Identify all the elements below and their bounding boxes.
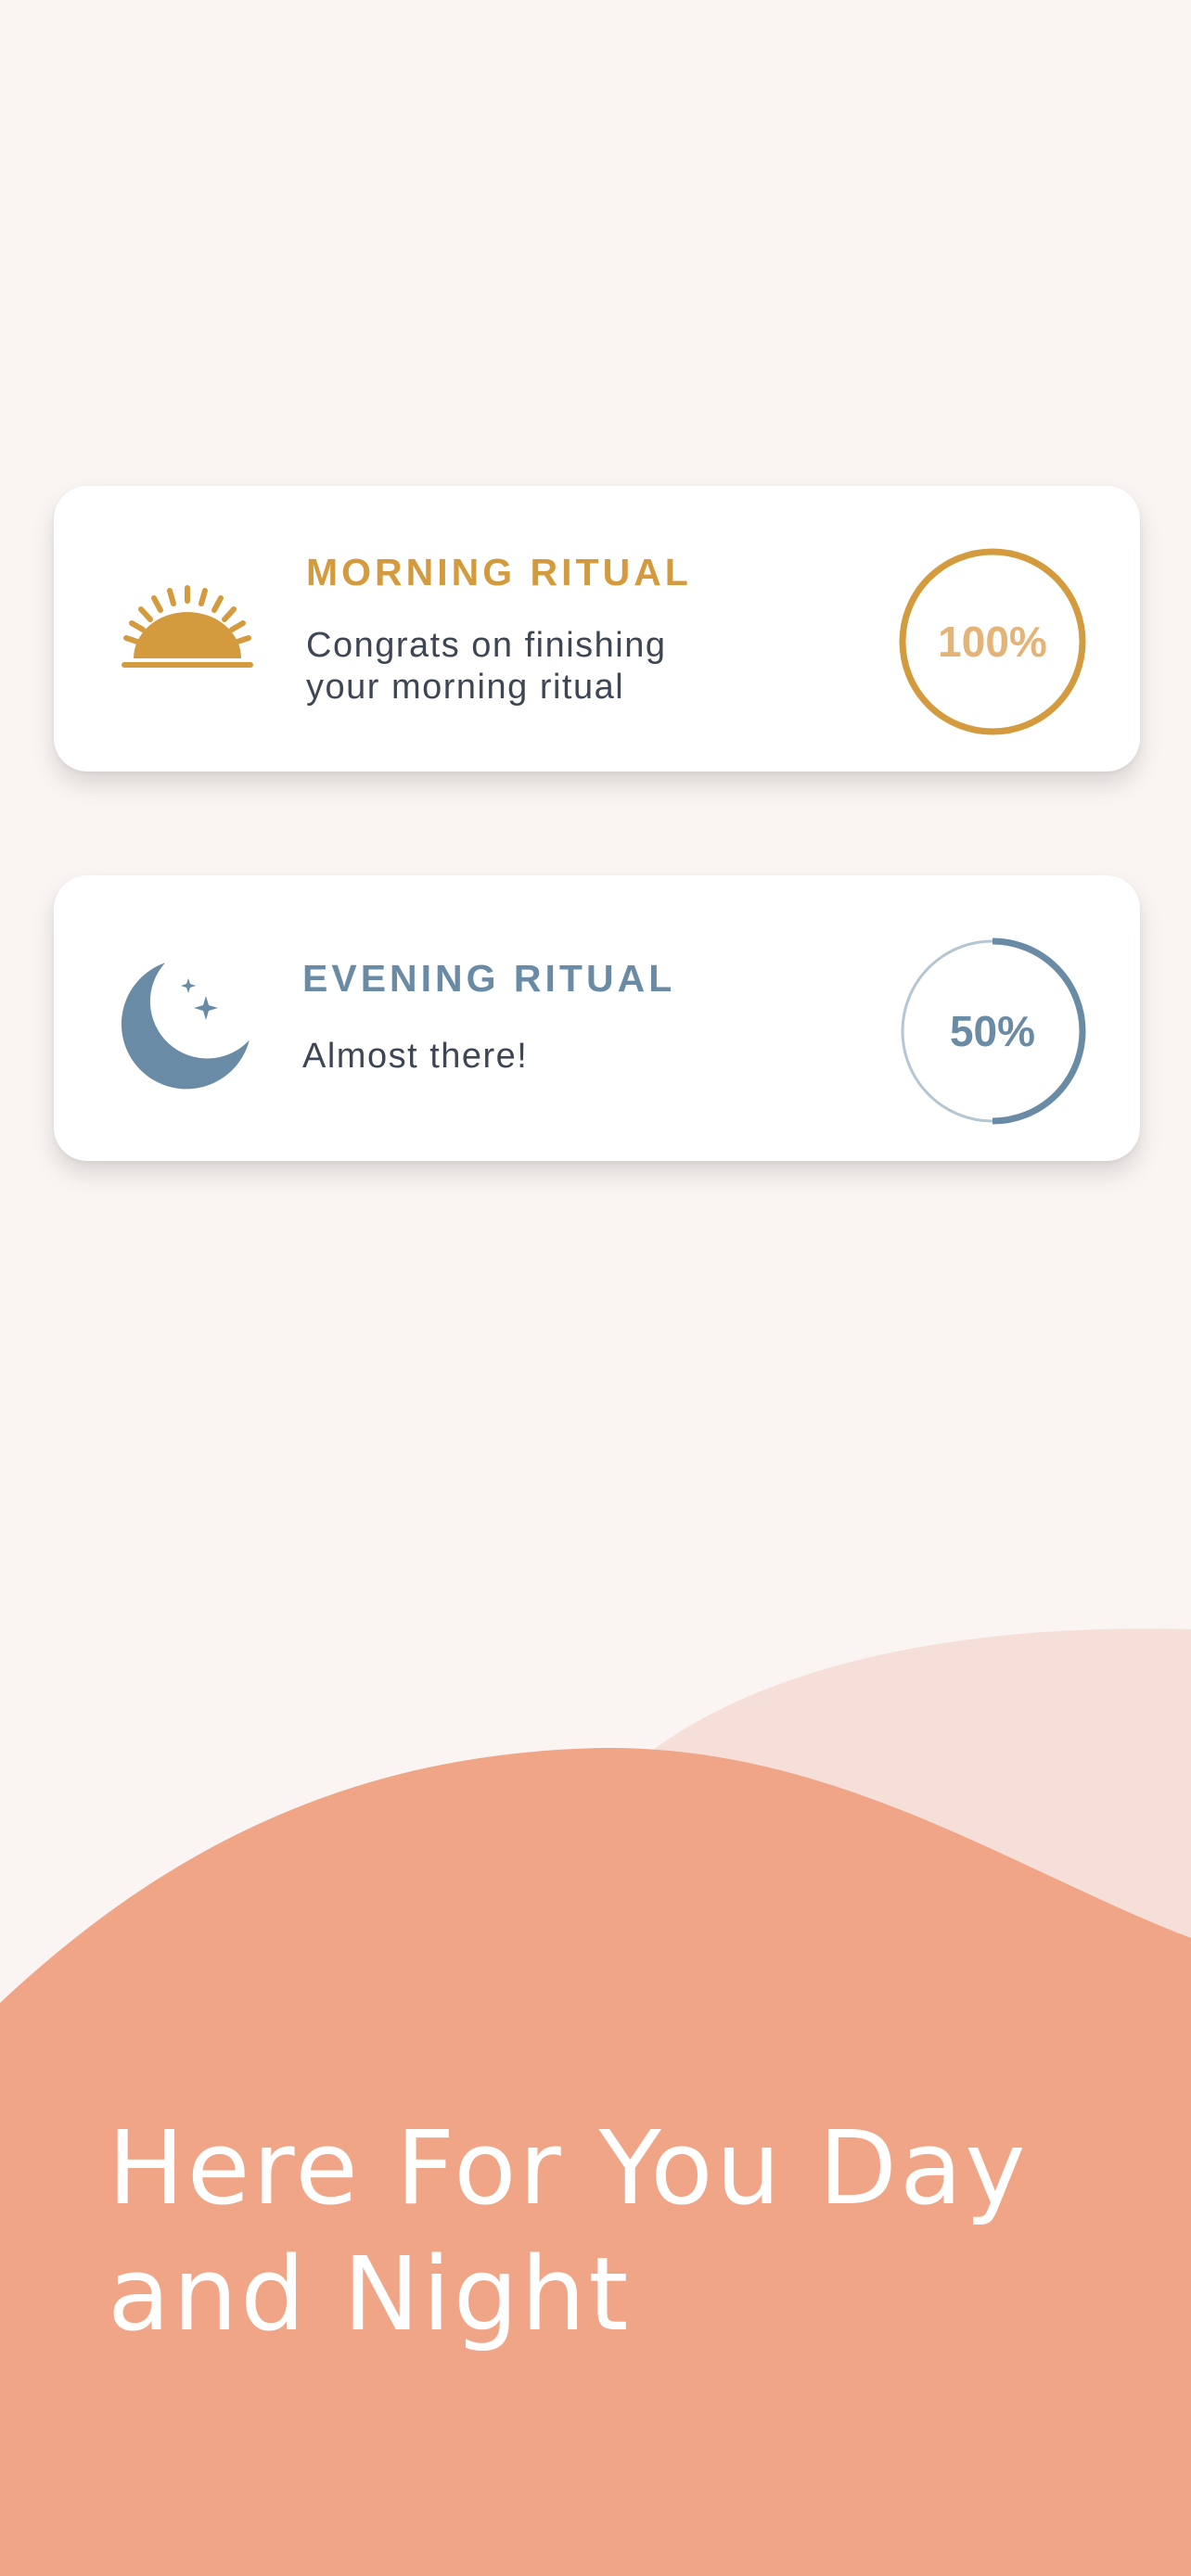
sunrise-icon xyxy=(122,585,253,668)
decorative-waves xyxy=(0,1628,1191,2576)
morning-ritual-title: MORNING RITUAL xyxy=(306,551,692,593)
morning-ritual-card[interactable]: MORNING RITUAL Congrats on finishing you… xyxy=(54,486,1140,772)
evening-ritual-card[interactable]: EVENING RITUAL Almost there! 50% xyxy=(54,875,1140,1161)
evening-progress-ring: 50% xyxy=(898,937,1087,1126)
evening-progress-percent: 50% xyxy=(949,1007,1036,1055)
morning-ritual-description: Congrats on finishing your morning ritua… xyxy=(306,626,667,707)
hero-headline: Here For You Day and Night xyxy=(108,2109,1029,2353)
morning-progress-percent: 100% xyxy=(938,618,1047,666)
morning-progress-ring: 100% xyxy=(898,547,1087,736)
evening-ritual-description: Almost there! xyxy=(302,1037,529,1076)
crescent-moon-stars-icon xyxy=(121,963,250,1090)
evening-ritual-title: EVENING RITUAL xyxy=(302,957,676,1000)
